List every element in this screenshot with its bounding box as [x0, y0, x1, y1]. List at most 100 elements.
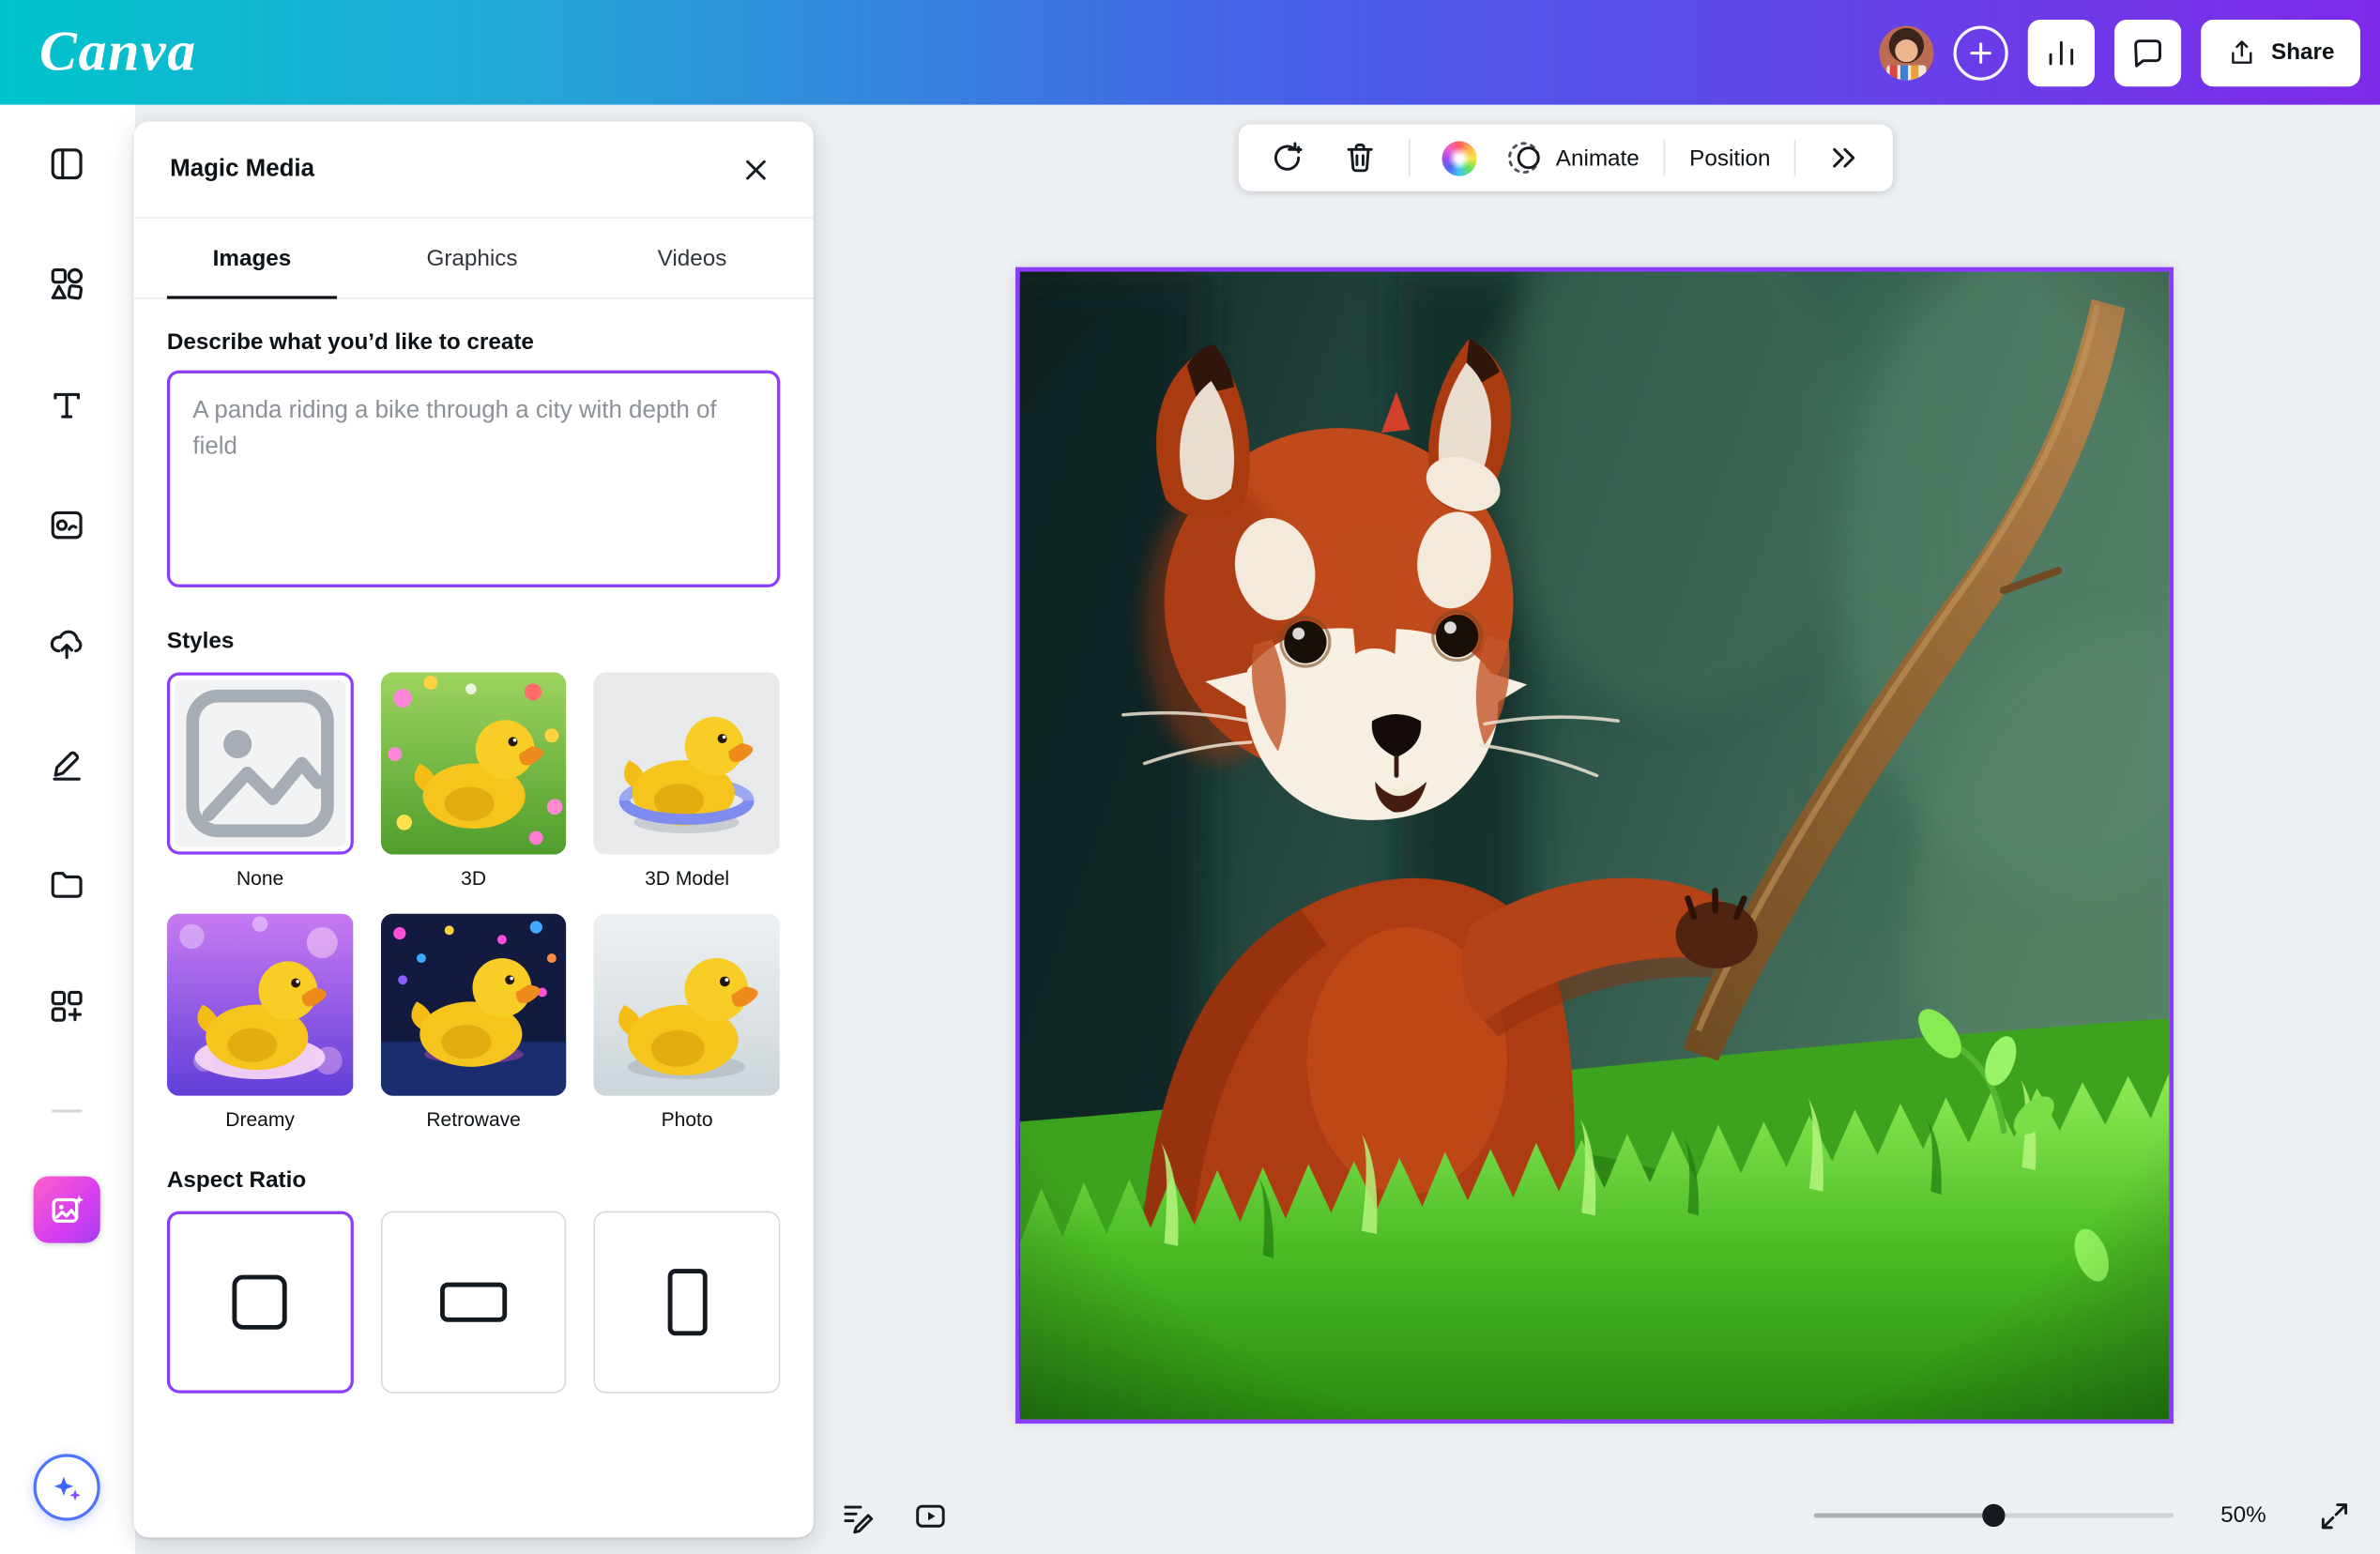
elements-icon — [47, 264, 86, 303]
sidebar-item-apps[interactable] — [34, 973, 100, 1040]
aspect-ratio-grid — [167, 1211, 780, 1394]
style-option-3d-model[interactable]: 3D Model — [594, 672, 780, 889]
fullscreen-button[interactable] — [2307, 1489, 2361, 1544]
expand-icon — [2316, 1498, 2353, 1534]
color-button[interactable] — [1426, 133, 1492, 182]
style-option-3d[interactable]: 3D — [380, 672, 566, 889]
avatar[interactable] — [1880, 25, 1934, 80]
position-button[interactable]: Position — [1680, 133, 1779, 182]
zoom-slider-fill — [1814, 1513, 1993, 1517]
position-label: Position — [1689, 145, 1770, 170]
bar-chart-icon — [2043, 34, 2080, 70]
trash-icon — [1342, 140, 1379, 176]
prompt-textarea[interactable] — [167, 371, 780, 587]
toolbar-divider — [1409, 140, 1411, 176]
sidebar-divider — [52, 1109, 82, 1112]
apps-icon — [47, 986, 86, 1026]
color-wheel-icon — [1442, 141, 1476, 175]
design-icon — [47, 145, 86, 184]
magic-media-panel: Magic Media Images Graphics Videos Descr… — [133, 121, 814, 1537]
tab-images[interactable]: Images — [167, 219, 337, 297]
animate-label: Animate — [1556, 145, 1640, 170]
aspect-ratio-label: Aspect Ratio — [167, 1167, 780, 1193]
export-icon — [2227, 38, 2257, 68]
draw-icon — [47, 744, 86, 784]
style-thumb-3d[interactable] — [380, 672, 566, 854]
magic-media-icon — [47, 1190, 86, 1229]
top-bar: Canva — [0, 0, 2380, 105]
assistant-sparkle-icon — [49, 1470, 85, 1506]
style-thumb-none[interactable] — [167, 672, 353, 854]
animate-icon — [1507, 140, 1544, 176]
brand-icon — [47, 506, 86, 545]
zoom-slider-thumb[interactable] — [1982, 1504, 2005, 1527]
zoom-level[interactable]: 50% — [2208, 1502, 2278, 1528]
panel-header: Magic Media — [133, 121, 814, 219]
sidebar-item-brand[interactable] — [34, 492, 100, 558]
canva-logo[interactable]: Canva — [39, 24, 197, 81]
sidebar-item-text[interactable] — [34, 372, 100, 438]
aspect-option-landscape[interactable] — [380, 1211, 566, 1394]
style-thumb-photo[interactable] — [594, 914, 780, 1096]
style-option-dreamy[interactable]: Dreamy — [167, 914, 353, 1131]
plus-icon — [1968, 38, 1995, 66]
style-thumb-retrowave[interactable] — [380, 914, 566, 1096]
animate-button[interactable]: Animate — [1498, 133, 1648, 182]
styles-grid: None — [167, 672, 780, 1130]
style-thumb-dreamy[interactable] — [167, 914, 353, 1096]
style-option-label: 3D — [461, 867, 486, 890]
share-label: Share — [2271, 39, 2334, 65]
regenerate-button[interactable] — [1254, 133, 1320, 182]
describe-label: Describe what you’d like to create — [167, 329, 780, 355]
aspect-option-portrait[interactable] — [594, 1211, 780, 1394]
style-option-label: Photo — [662, 1108, 713, 1131]
style-option-label: Dreamy — [225, 1108, 295, 1131]
sidebar-item-design[interactable] — [34, 130, 100, 197]
panel-tabs: Images Graphics Videos — [133, 219, 814, 299]
tab-graphics[interactable]: Graphics — [387, 219, 557, 297]
regenerate-icon — [1269, 140, 1305, 176]
notes-button[interactable] — [831, 1489, 885, 1544]
panel-body: Describe what you’d like to create Style… — [133, 299, 814, 1394]
present-button[interactable] — [903, 1489, 957, 1544]
notes-icon — [839, 1498, 876, 1534]
styles-label: Styles — [167, 629, 780, 654]
sidebar-item-draw[interactable] — [34, 730, 100, 797]
sidebar — [0, 105, 135, 1554]
toolbar-divider — [1664, 140, 1666, 176]
sidebar-item-uploads[interactable] — [34, 610, 100, 677]
style-option-label: 3D Model — [645, 867, 729, 890]
projects-icon — [47, 865, 86, 905]
share-button[interactable]: Share — [2202, 19, 2360, 85]
sidebar-item-projects[interactable] — [34, 851, 100, 918]
top-bar-actions: Share — [1880, 19, 2360, 85]
assistant-button[interactable] — [34, 1454, 100, 1520]
landscape-shape-icon — [440, 1283, 507, 1322]
portrait-shape-icon — [667, 1269, 707, 1335]
style-option-photo[interactable]: Photo — [594, 914, 780, 1131]
more-tools-button[interactable] — [1811, 133, 1878, 182]
canva-editor: Canva — [0, 0, 2380, 1554]
style-option-none[interactable]: None — [167, 672, 353, 889]
avatar-image — [1880, 25, 1934, 80]
add-button[interactable] — [1954, 25, 2008, 80]
chat-bubble-icon — [2130, 34, 2167, 70]
close-button[interactable] — [735, 148, 777, 190]
tab-videos[interactable]: Videos — [607, 219, 777, 297]
double-chevron-icon — [1826, 140, 1863, 176]
uploads-icon — [47, 624, 86, 663]
comments-button[interactable] — [2114, 19, 2181, 85]
style-thumb-3d-model[interactable] — [594, 672, 780, 854]
generated-image[interactable] — [1015, 267, 2174, 1424]
sidebar-item-magic-media[interactable] — [34, 1176, 100, 1242]
insights-button[interactable] — [2028, 19, 2095, 85]
toolbar-divider — [1794, 140, 1796, 176]
sidebar-item-elements[interactable] — [34, 251, 100, 317]
red-panda-image — [1020, 272, 2169, 1420]
style-option-retrowave[interactable]: Retrowave — [380, 914, 566, 1131]
image-placeholder-icon — [175, 680, 345, 847]
delete-button[interactable] — [1327, 133, 1394, 182]
style-option-label: None — [236, 867, 283, 890]
aspect-option-square[interactable] — [167, 1211, 353, 1394]
text-icon — [47, 386, 86, 425]
